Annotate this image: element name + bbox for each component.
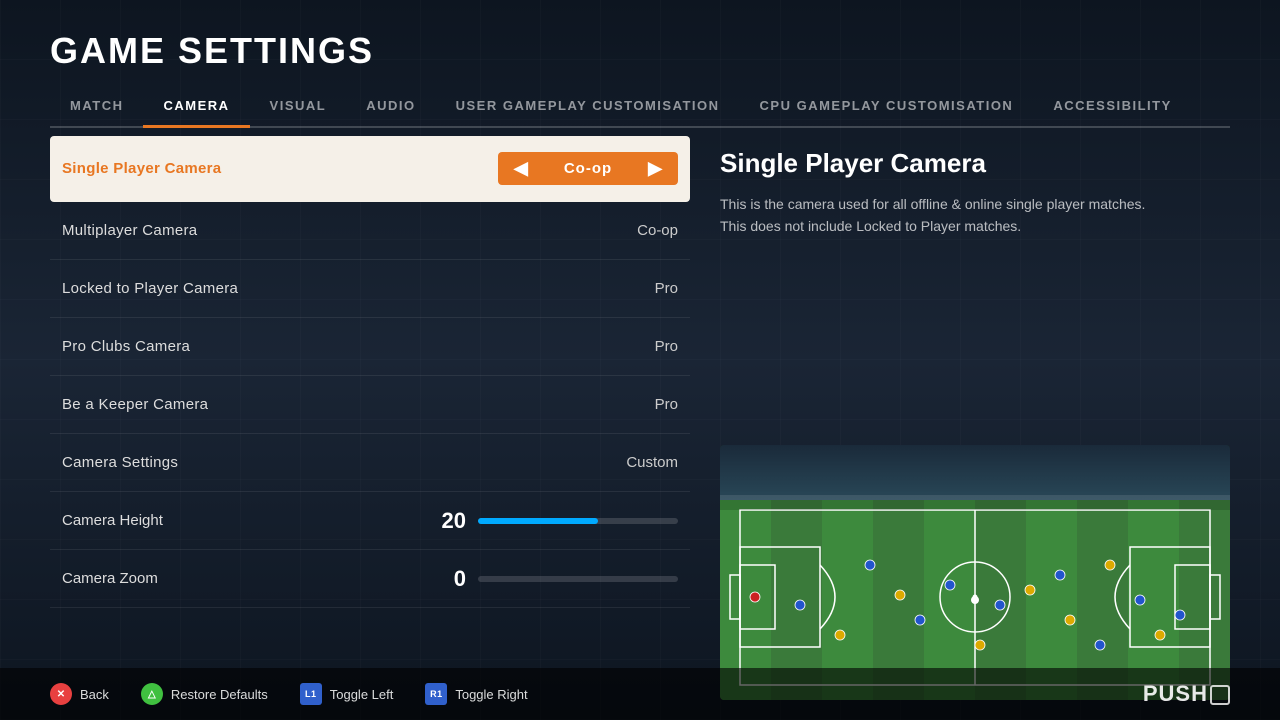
arrow-left-icon[interactable]: ◀ xyxy=(514,158,528,179)
tab-accessibility[interactable]: ACCESSIBILITY xyxy=(1033,90,1191,128)
slider-fill-camera-height xyxy=(478,518,598,524)
restore-defaults-action[interactable]: △ Restore Defaults xyxy=(141,683,268,705)
tab-camera[interactable]: CAMERA xyxy=(143,90,249,128)
value-multiplayer-camera: Co-op xyxy=(637,222,678,239)
camera-preview xyxy=(720,445,1230,700)
field-preview-svg xyxy=(720,445,1230,700)
setting-label-camera-settings: Camera Settings xyxy=(62,454,626,471)
slider-value-camera-zoom: 0 xyxy=(426,566,466,592)
value-selector-single-player-camera[interactable]: ◀ Co-op ▶ xyxy=(498,152,678,185)
page-title: GAME SETTINGS xyxy=(50,30,1230,72)
slider-track-camera-height[interactable] xyxy=(478,518,678,524)
slider-camera-zoom[interactable]: Camera Zoom 0 xyxy=(50,550,690,608)
setting-label-locked-to-player-camera: Locked to Player Camera xyxy=(62,280,655,297)
push-square-icon xyxy=(1210,685,1230,705)
setting-camera-settings[interactable]: Camera Settings Custom xyxy=(50,434,690,492)
restore-label: Restore Defaults xyxy=(171,687,268,702)
toggle-left-label: Toggle Left xyxy=(330,687,394,702)
setting-label-single-player-camera: Single Player Camera xyxy=(62,160,498,177)
value-pro-clubs-camera: Pro xyxy=(655,338,678,355)
settings-panel: Single Player Camera ◀ Co-op ▶ Multiplay… xyxy=(50,128,690,720)
toggle-right-action[interactable]: R1 Toggle Right xyxy=(425,683,527,705)
setting-label-pro-clubs-camera: Pro Clubs Camera xyxy=(62,338,655,355)
slider-label-camera-height: Camera Height xyxy=(62,512,426,529)
slider-track-camera-zoom[interactable] xyxy=(478,576,678,582)
push-logo: PUSH xyxy=(1143,681,1230,707)
setting-label-be-a-keeper-camera: Be a Keeper Camera xyxy=(62,396,655,413)
back-action[interactable]: ✕ Back xyxy=(50,683,109,705)
toggle-left-button-icon[interactable]: L1 xyxy=(300,683,322,705)
value-be-a-keeper-camera: Pro xyxy=(655,396,678,413)
toggle-right-label: Toggle Right xyxy=(455,687,527,702)
slider-camera-height[interactable]: Camera Height 20 xyxy=(50,492,690,550)
restore-button-icon[interactable]: △ xyxy=(141,683,163,705)
back-label: Back xyxy=(80,687,109,702)
setting-locked-to-player-camera[interactable]: Locked to Player Camera Pro xyxy=(50,260,690,318)
setting-be-a-keeper-camera[interactable]: Be a Keeper Camera Pro xyxy=(50,376,690,434)
setting-single-player-camera[interactable]: Single Player Camera ◀ Co-op ▶ xyxy=(50,136,690,202)
tab-match[interactable]: MATCH xyxy=(50,90,143,128)
toggle-right-button-icon[interactable]: R1 xyxy=(425,683,447,705)
tab-cpu-gameplay[interactable]: CPU GAMEPLAY CUSTOMISATION xyxy=(740,90,1034,128)
back-button-icon[interactable]: ✕ xyxy=(50,683,72,705)
detail-panel: Single Player Camera This is the camera … xyxy=(690,128,1260,720)
detail-description: This is the camera used for all offline … xyxy=(720,193,1230,238)
detail-title: Single Player Camera xyxy=(720,148,1230,179)
tab-visual[interactable]: VISUAL xyxy=(250,90,347,128)
setting-multiplayer-camera[interactable]: Multiplayer Camera Co-op xyxy=(50,202,690,260)
tab-audio[interactable]: AUDIO xyxy=(346,90,435,128)
tab-bar: MATCH CAMERA VISUAL AUDIO USER GAMEPLAY … xyxy=(50,90,1230,128)
setting-pro-clubs-camera[interactable]: Pro Clubs Camera Pro xyxy=(50,318,690,376)
value-camera-settings: Custom xyxy=(626,454,678,471)
value-locked-to-player-camera: Pro xyxy=(655,280,678,297)
tab-user-gameplay[interactable]: USER GAMEPLAY CUSTOMISATION xyxy=(436,90,740,128)
slider-label-camera-zoom: Camera Zoom xyxy=(62,570,426,587)
bottom-bar: ✕ Back △ Restore Defaults L1 Toggle Left… xyxy=(0,668,1280,720)
toggle-left-action[interactable]: L1 Toggle Left xyxy=(300,683,394,705)
slider-value-camera-height: 20 xyxy=(426,508,466,534)
arrow-right-icon[interactable]: ▶ xyxy=(648,158,662,179)
setting-label-multiplayer-camera: Multiplayer Camera xyxy=(62,222,637,239)
value-single-player-camera: Co-op xyxy=(564,160,612,177)
